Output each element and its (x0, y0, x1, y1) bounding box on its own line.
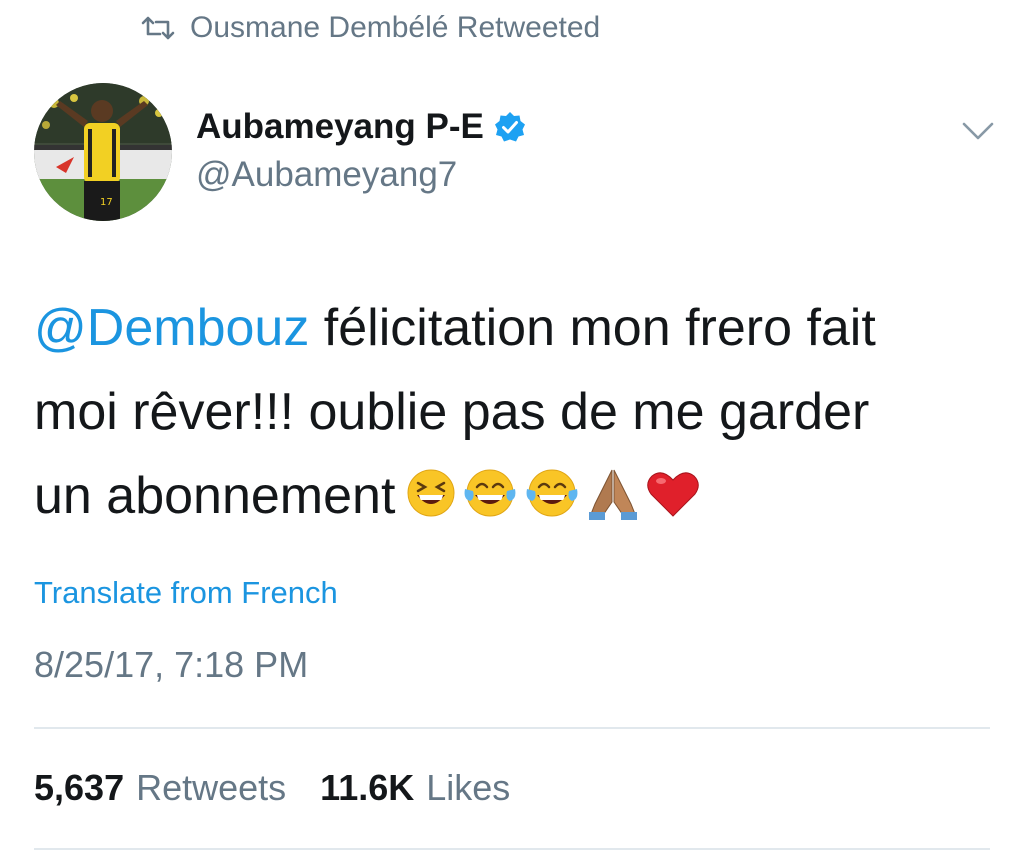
avatar[interactable]: 17 (34, 83, 172, 221)
tweet-timestamp[interactable]: 8/25/17, 7:18 PM (34, 641, 308, 689)
laughing-face-icon (405, 467, 457, 519)
red-heart-icon (645, 467, 701, 519)
retweet-context-text[interactable]: Ousmane Dembélé Retweeted (190, 11, 600, 45)
tweet-text-part-1: félicitation mon frero fait (309, 299, 876, 357)
retweet-context: Ousmane Dembélé Retweeted (140, 8, 600, 48)
tears-of-joy-icon (523, 467, 581, 519)
folded-hands-icon (585, 466, 641, 521)
author-name[interactable]: Aubameyang P-E (196, 107, 484, 147)
tweet-text-part-3: un abonnement (34, 467, 396, 525)
verified-badge-icon (494, 111, 526, 143)
translate-link[interactable]: Translate from French (34, 573, 338, 613)
tweet-stats: 5,637 Retweets 11.6K Likes (34, 764, 510, 812)
author-name-row[interactable]: Aubameyang P-E (196, 104, 526, 150)
author-handle[interactable]: @Aubameyang7 (196, 152, 457, 198)
tweet-line-2: moi rêver!!! oublie pas de me garder (34, 383, 870, 441)
tweet-text: @Dembouz félicitation mon frero fait moi… (34, 286, 984, 538)
svg-text:17: 17 (100, 197, 113, 208)
tears-of-joy-icon (461, 467, 519, 519)
retweet-icon (140, 16, 176, 40)
retweets-count[interactable]: 5,637 (34, 764, 124, 812)
divider (34, 727, 990, 729)
retweets-label[interactable]: Retweets (136, 764, 286, 812)
likes-count[interactable]: 11.6K (320, 764, 414, 812)
mention-link[interactable]: @Dembouz (34, 299, 309, 357)
emoji-row (405, 466, 701, 521)
divider (34, 848, 990, 850)
likes-label[interactable]: Likes (426, 764, 510, 812)
tweet-line-1: @Dembouz félicitation mon frero fait (34, 286, 984, 370)
tweet-line-3: un abonnement (34, 454, 984, 538)
chevron-down-icon[interactable] (958, 116, 998, 146)
tweet-detail: Ousmane Dembélé Retweeted 17 Aubameyang (0, 0, 1024, 860)
